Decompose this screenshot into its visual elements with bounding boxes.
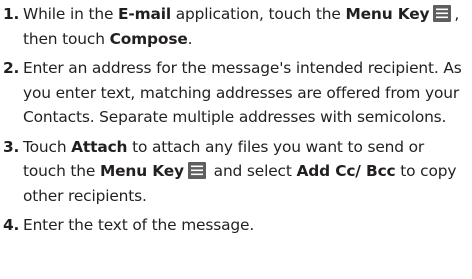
menu-key-icon [433, 5, 452, 22]
text-run: While in the [23, 5, 119, 23]
text-run: Touch [23, 137, 72, 156]
attach-label: Attach [71, 137, 128, 156]
app-name-email: E-mail [118, 5, 171, 23]
step-text: While in the E-mail application, touch t… [23, 2, 472, 51]
step-text: Touch Attach to attach any files you wan… [23, 135, 472, 209]
step-number: 3. [3, 137, 20, 156]
instruction-list: 1. While in the E-mail application, touc… [0, 0, 472, 279]
step-4: 4. Enter the text of the message. [0, 213, 472, 238]
menu-key-label: Menu Key [99, 162, 184, 180]
add-cc-bcc-label: Add Cc/ Bcc [296, 162, 396, 180]
step-1: 1. While in the E-mail application, touc… [0, 2, 472, 51]
step-number: 1. [3, 5, 20, 23]
step-3: 3. Touch Attach to attach any files you … [0, 135, 472, 209]
text-run: application, touch the [171, 5, 346, 23]
step-text: Enter the text of the message. [23, 216, 255, 234]
step-number: 4. [3, 216, 20, 234]
step-text: Enter an address for the message's inten… [23, 59, 462, 126]
menu-key-label: Menu Key [345, 5, 430, 23]
step-2: 2. Enter an address for the message's in… [0, 56, 472, 130]
step-number: 2. [3, 59, 20, 77]
text-run: . [187, 29, 193, 48]
text-run: and select [208, 162, 297, 180]
compose-label: Compose [109, 29, 188, 48]
menu-key-icon [187, 162, 206, 179]
